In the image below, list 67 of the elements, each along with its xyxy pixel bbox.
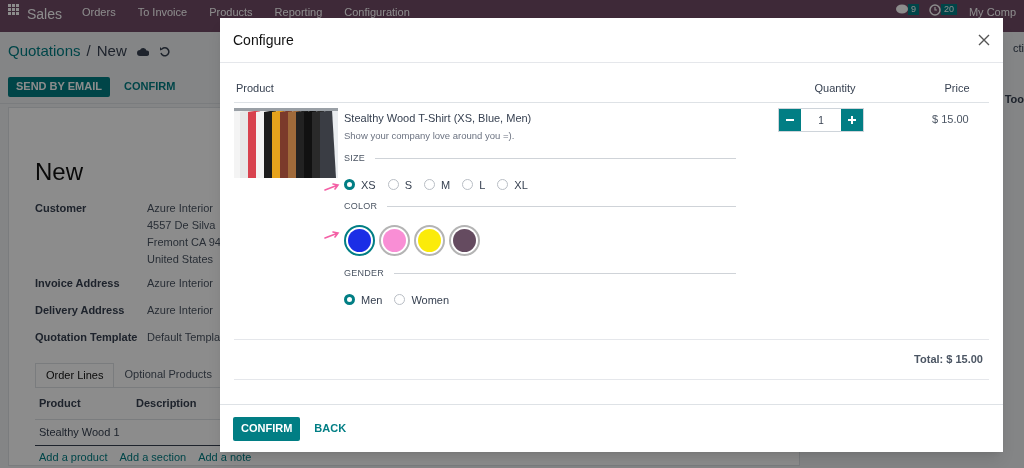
price-text: $ 15.00: [932, 112, 969, 127]
attribute-label: GENDER: [344, 267, 384, 280]
quantity-stepper[interactable]: 1: [778, 108, 864, 132]
field-label: Delivery Address: [35, 303, 126, 318]
field-label: Customer: [35, 201, 88, 216]
attribute-label: COLOR: [344, 200, 378, 213]
field-value: Azure Interior: [147, 303, 214, 318]
count-badge: 9: [907, 4, 919, 15]
apps-menu-icon[interactable]: [8, 4, 19, 15]
cloud-upload-icon[interactable]: [136, 46, 149, 56]
radio-option[interactable]: S: [387, 176, 413, 193]
radio-option[interactable]: XL: [497, 176, 528, 193]
tab[interactable]: Order Lines: [35, 363, 115, 387]
decrease-button[interactable]: [779, 109, 801, 131]
close-icon[interactable]: [978, 34, 990, 46]
product-description: Show your company love around you =).: [344, 128, 516, 143]
chat-icon[interactable]: [895, 4, 908, 15]
field-value: Azure Interior: [147, 201, 215, 216]
primary-button[interactable]: SEND BY EMAIL: [8, 76, 110, 97]
product-name: Stealthy Wood T-Shirt (XS, Blue, Men): [344, 111, 533, 126]
field-value: Fremont CA 94: [147, 235, 221, 250]
undo-icon[interactable]: [158, 45, 170, 57]
column-header: Price: [943, 80, 971, 96]
company-name[interactable]: My Comp: [968, 4, 1016, 21]
add-link[interactable]: Add a note: [198, 448, 252, 465]
panel-text: Too: [1004, 91, 1024, 107]
menu-item[interactable]: Configuration: [344, 4, 410, 21]
radio-option[interactable]: M: [424, 176, 451, 193]
add-link[interactable]: Add a section: [119, 448, 187, 465]
text-button[interactable]: CONFIRM: [116, 76, 184, 97]
tab[interactable]: Optional Products: [114, 363, 222, 387]
field-value: 4557 De Silva: [147, 218, 217, 233]
increase-button[interactable]: [841, 109, 863, 131]
column-header: Product: [39, 396, 82, 411]
clock-icon[interactable]: [928, 4, 941, 16]
menu-item[interactable]: Orders: [82, 4, 116, 21]
radio-option[interactable]: L: [462, 176, 486, 193]
field-label: Invoice Address: [35, 276, 121, 291]
count-badge: 20: [940, 4, 957, 15]
total-text: Total: $ 15.00: [914, 352, 983, 368]
text-button[interactable]: BACK: [306, 416, 355, 441]
quantity-field[interactable]: 1: [801, 109, 841, 131]
primary-button[interactable]: CONFIRM: [233, 416, 301, 441]
panel-text: cti: [1013, 41, 1024, 56]
breadcrumb-link[interactable]: Quotations: [8, 39, 81, 63]
radio-option[interactable]: Men: [344, 291, 383, 308]
add-link[interactable]: Add a product: [39, 448, 108, 465]
field-value: United States: [147, 252, 215, 267]
column-header: Product: [235, 80, 275, 96]
menu-item[interactable]: To Invoice: [137, 4, 188, 21]
breadcrumb-current: New: [96, 40, 127, 61]
radio-option[interactable]: Women: [394, 291, 450, 308]
plus-icon: [848, 116, 856, 124]
breadcrumb-separator: /: [86, 40, 91, 61]
minus-icon: [786, 119, 794, 121]
column-header: Quantity: [813, 80, 857, 96]
app-name[interactable]: Sales: [27, 4, 63, 25]
column-header: Description: [136, 396, 198, 411]
dialog-title: Configure: [233, 30, 294, 50]
menu-item[interactable]: Reporting: [274, 4, 323, 21]
record-title: New: [35, 158, 83, 186]
attribute-label: SIZE: [344, 152, 365, 165]
field-label: Quotation Template: [35, 330, 139, 345]
menu-item[interactable]: Products: [209, 4, 253, 21]
field-value: Default Templa: [147, 330, 221, 345]
field-value: Azure Interior: [147, 276, 214, 291]
radio-option[interactable]: XS: [344, 176, 376, 193]
